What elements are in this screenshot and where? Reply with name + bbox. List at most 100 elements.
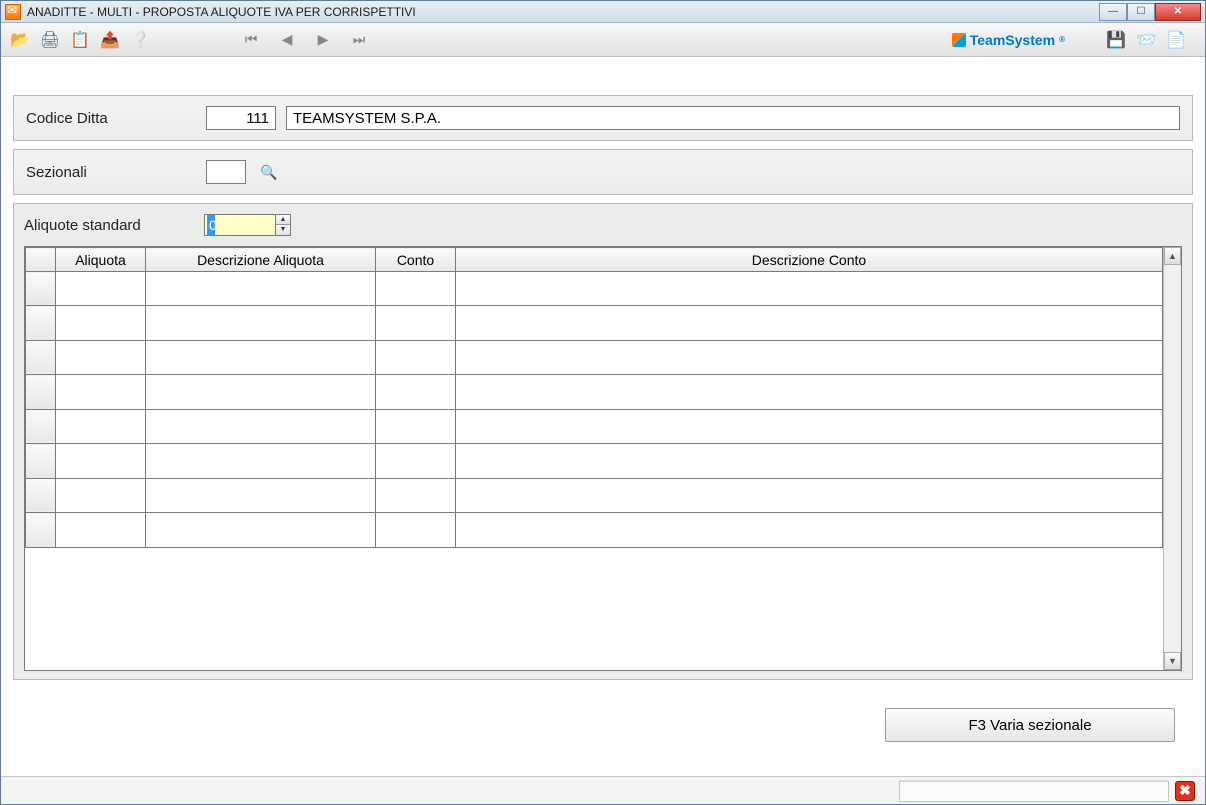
right-toolbar: 💾 📨 📄 bbox=[1103, 27, 1189, 53]
cell-aliquota[interactable] bbox=[56, 340, 146, 374]
cell-conto[interactable] bbox=[376, 478, 456, 512]
nav-next-icon[interactable]: ▶ bbox=[313, 30, 333, 50]
spinner-up-icon[interactable]: ▲ bbox=[276, 215, 290, 225]
cell-descr_conto[interactable] bbox=[456, 306, 1163, 340]
app-icon bbox=[5, 4, 21, 20]
cell-aliquota[interactable] bbox=[56, 375, 146, 409]
nav-prev-icon[interactable]: ◀ bbox=[277, 30, 297, 50]
nav-last-icon[interactable]: ⏭ bbox=[349, 30, 369, 50]
save-icon[interactable]: 💾 bbox=[1103, 27, 1129, 53]
cell-descr_aliq[interactable] bbox=[146, 306, 376, 340]
table-row[interactable] bbox=[26, 306, 1163, 340]
maximize-button[interactable]: ☐ bbox=[1127, 3, 1155, 21]
cell-conto[interactable] bbox=[376, 409, 456, 443]
status-cell bbox=[899, 780, 1169, 802]
cell-descr_conto[interactable] bbox=[456, 444, 1163, 478]
window-title: ANADITTE - MULTI - PROPOSTA ALIQUOTE IVA… bbox=[27, 5, 416, 19]
row-selector[interactable] bbox=[26, 478, 56, 512]
cell-conto[interactable] bbox=[376, 375, 456, 409]
cell-conto[interactable] bbox=[376, 306, 456, 340]
scroll-up-icon[interactable]: ▲ bbox=[1164, 247, 1181, 265]
col-descr-aliquota[interactable]: Descrizione Aliquota bbox=[146, 248, 376, 272]
cell-descr_conto[interactable] bbox=[456, 340, 1163, 374]
nav-first-icon[interactable]: ⏮ bbox=[241, 30, 261, 50]
send-icon[interactable]: 📨 bbox=[1133, 27, 1159, 53]
cell-descr_conto[interactable] bbox=[456, 478, 1163, 512]
title-bar[interactable]: ANADITTE - MULTI - PROPOSTA ALIQUOTE IVA… bbox=[1, 1, 1205, 23]
spinner-down-icon[interactable]: ▼ bbox=[276, 225, 290, 235]
status-bar: ✖ bbox=[1, 776, 1205, 804]
aliquote-panel: Aliquote standard ▲ ▼ Aliquota Des bbox=[13, 203, 1193, 680]
cell-descr_aliq[interactable] bbox=[146, 272, 376, 306]
cell-aliquota[interactable] bbox=[56, 409, 146, 443]
aliquote-table[interactable]: Aliquota Descrizione Aliquota Conto Desc… bbox=[25, 247, 1163, 670]
varia-sezionale-button[interactable]: F3 Varia sezionale bbox=[885, 708, 1175, 742]
cell-descr_aliq[interactable] bbox=[146, 340, 376, 374]
main-toolbar: 📂 🖨 📋 📤 ❔ ⏮ ◀ ▶ ⏭ TeamSystem® 💾 📨 📄 bbox=[1, 23, 1205, 57]
cell-aliquota[interactable] bbox=[56, 272, 146, 306]
lookup-icon[interactable]: 🔍 bbox=[260, 164, 277, 181]
brand-area: TeamSystem® 💾 📨 📄 bbox=[952, 27, 1199, 53]
sezionali-field[interactable] bbox=[206, 160, 246, 184]
export-icon[interactable]: 📤 bbox=[97, 27, 123, 53]
cell-conto[interactable] bbox=[376, 513, 456, 547]
sezionali-panel: Sezionali 🔍 bbox=[13, 149, 1193, 195]
row-selector[interactable] bbox=[26, 409, 56, 443]
col-descr-conto[interactable]: Descrizione Conto bbox=[456, 248, 1163, 272]
cell-descr_conto[interactable] bbox=[456, 375, 1163, 409]
company-name-field: TEAMSYSTEM S.P.A. bbox=[286, 106, 1180, 130]
cell-conto[interactable] bbox=[376, 340, 456, 374]
cell-aliquota[interactable] bbox=[56, 513, 146, 547]
footer-area: F3 Varia sezionale bbox=[13, 688, 1193, 768]
aliquote-standard-spinner[interactable]: ▲ ▼ bbox=[204, 214, 291, 236]
company-code-field[interactable] bbox=[206, 106, 276, 130]
table-row[interactable] bbox=[26, 375, 1163, 409]
cell-descr_aliq[interactable] bbox=[146, 444, 376, 478]
table-row[interactable] bbox=[26, 272, 1163, 306]
cell-descr_aliq[interactable] bbox=[146, 409, 376, 443]
row-selector[interactable] bbox=[26, 306, 56, 340]
company-panel: Codice Ditta TEAMSYSTEM S.P.A. bbox=[13, 95, 1193, 141]
close-button[interactable]: ✕ bbox=[1155, 3, 1201, 21]
cell-descr_conto[interactable] bbox=[456, 513, 1163, 547]
table-row[interactable] bbox=[26, 478, 1163, 512]
cell-descr_aliq[interactable] bbox=[146, 513, 376, 547]
close-red-icon[interactable]: ✖ bbox=[1175, 781, 1195, 801]
cell-aliquota[interactable] bbox=[56, 444, 146, 478]
help-icon[interactable]: ❔ bbox=[127, 27, 153, 53]
list-icon[interactable]: 📄 bbox=[1163, 27, 1189, 53]
col-conto[interactable]: Conto bbox=[376, 248, 456, 272]
row-selector[interactable] bbox=[26, 272, 56, 306]
table-row[interactable] bbox=[26, 513, 1163, 547]
col-aliquota[interactable]: Aliquota bbox=[56, 248, 146, 272]
minimize-button[interactable]: — bbox=[1099, 3, 1127, 21]
table-row[interactable] bbox=[26, 340, 1163, 374]
brand-name: TeamSystem bbox=[970, 32, 1055, 48]
cell-descr_aliq[interactable] bbox=[146, 375, 376, 409]
cell-descr_conto[interactable] bbox=[456, 272, 1163, 306]
sezionali-label: Sezionali bbox=[26, 164, 196, 181]
row-selector[interactable] bbox=[26, 375, 56, 409]
app-window: ANADITTE - MULTI - PROPOSTA ALIQUOTE IVA… bbox=[0, 0, 1206, 805]
print-icon[interactable]: 🖨 bbox=[37, 27, 63, 53]
aliquote-standard-label: Aliquote standard bbox=[24, 217, 194, 234]
row-selector[interactable] bbox=[26, 444, 56, 478]
table-row[interactable] bbox=[26, 444, 1163, 478]
cell-aliquota[interactable] bbox=[56, 306, 146, 340]
company-code-label: Codice Ditta bbox=[26, 110, 196, 127]
row-selector[interactable] bbox=[26, 340, 56, 374]
cell-conto[interactable] bbox=[376, 444, 456, 478]
aliquote-grid[interactable]: Aliquota Descrizione Aliquota Conto Desc… bbox=[24, 246, 1182, 671]
table-row[interactable] bbox=[26, 409, 1163, 443]
scroll-down-icon[interactable]: ▼ bbox=[1164, 652, 1181, 670]
aliquote-standard-input[interactable] bbox=[204, 214, 276, 236]
grid-scrollbar[interactable]: ▲ ▼ bbox=[1163, 247, 1181, 670]
row-selector[interactable] bbox=[26, 513, 56, 547]
cell-descr_aliq[interactable] bbox=[146, 478, 376, 512]
cell-aliquota[interactable] bbox=[56, 478, 146, 512]
open-icon[interactable]: 📂 bbox=[7, 27, 33, 53]
cell-conto[interactable] bbox=[376, 272, 456, 306]
cell-descr_conto[interactable] bbox=[456, 409, 1163, 443]
logo-cube-icon bbox=[952, 33, 966, 47]
copy-icon[interactable]: 📋 bbox=[67, 27, 93, 53]
